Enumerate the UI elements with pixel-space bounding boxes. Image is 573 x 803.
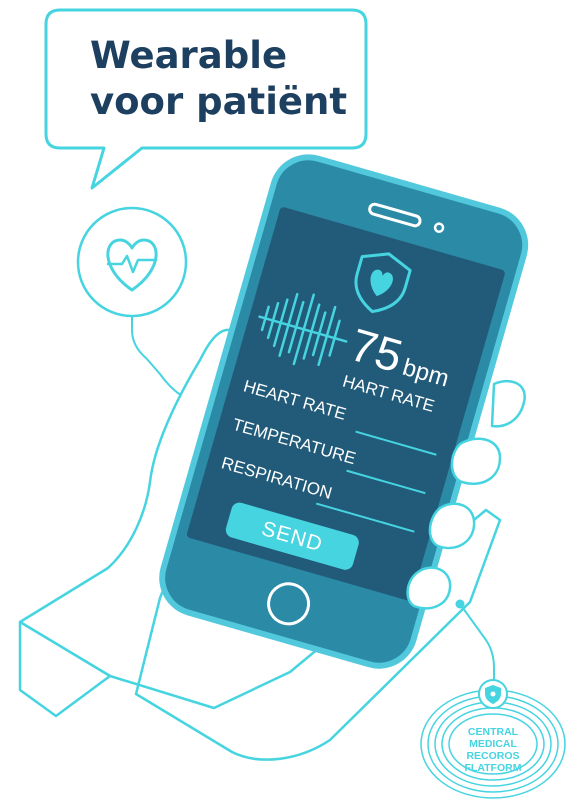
badge-line-3: RECOROS <box>466 750 519 762</box>
illustration: Wearable voor patiënt 75 bpm HART RATE H… <box>18 8 566 799</box>
platform-badge: CENTRAL MEDICAL RECOROS FLATFORM <box>420 679 566 799</box>
connector-line-right <box>459 603 495 684</box>
bubble-line-2: voor patiënt <box>90 80 347 123</box>
connector-line-left <box>131 316 191 401</box>
badge-line-4: FLATFORM <box>465 762 522 774</box>
badge-line-2: MEDICAL <box>469 738 517 750</box>
badge-line-1: CENTRAL <box>468 726 519 738</box>
phone: 75 bpm HART RATE HEART RATE TEMPERATURE … <box>159 154 529 669</box>
shield-icon <box>478 679 508 709</box>
heart-rate-icon <box>76 206 188 318</box>
bubble-line-1: Wearable <box>90 34 287 77</box>
